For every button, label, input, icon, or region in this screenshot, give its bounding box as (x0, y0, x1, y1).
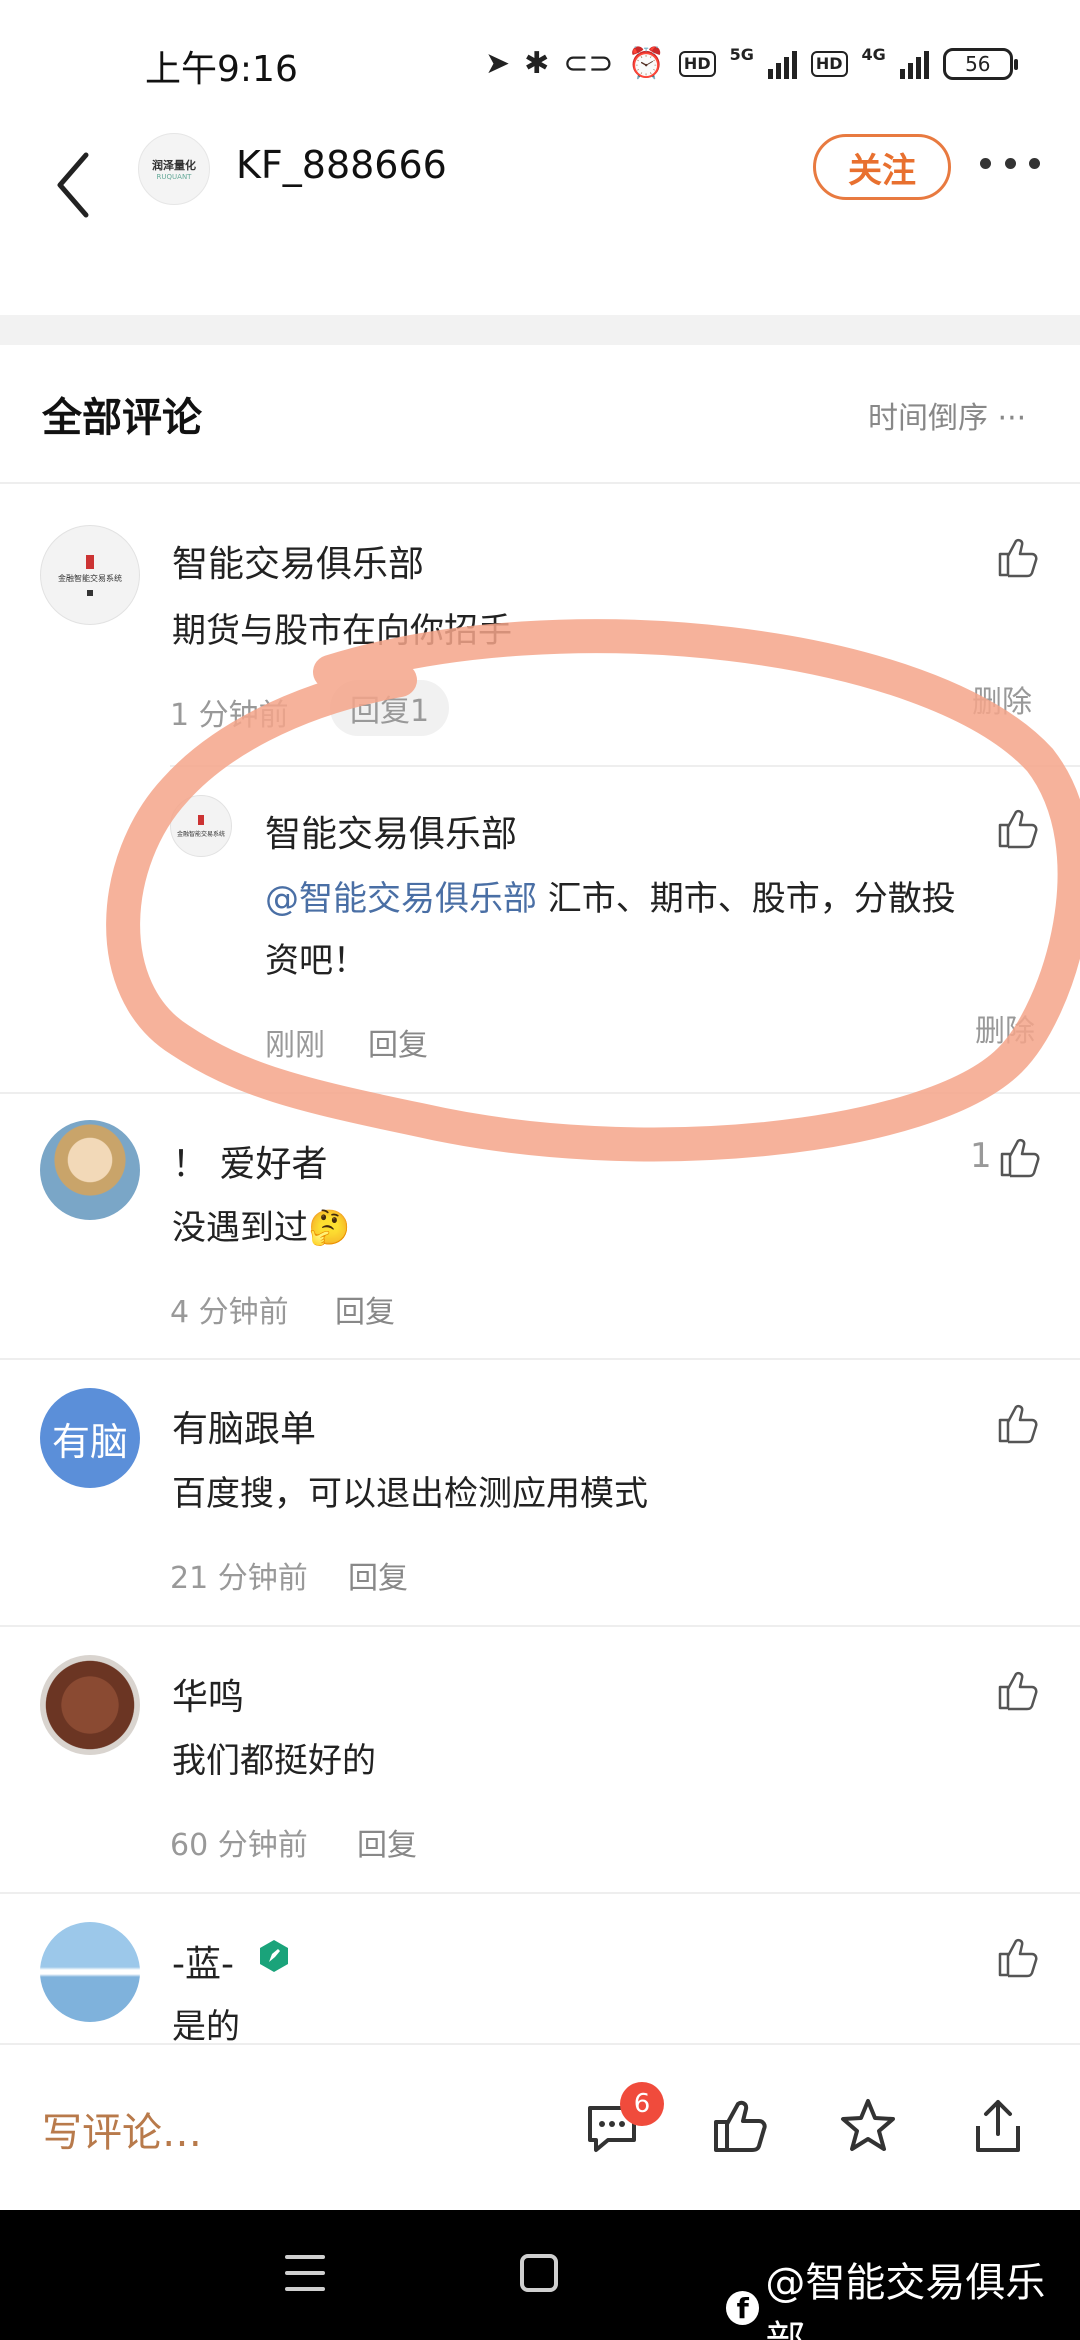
signal-icon (767, 49, 797, 79)
alarm-icon: ⏰ (627, 46, 665, 81)
comment-author[interactable]: -蓝- (172, 1935, 234, 1987)
hd-icon: HD (678, 51, 716, 77)
author-avatar[interactable]: 润泽量化 RUQUANT (138, 133, 210, 205)
divider (0, 482, 1080, 484)
like-icon[interactable] (996, 1668, 1040, 1712)
divider (0, 1625, 1080, 1627)
section-divider (0, 315, 1080, 345)
highlight-annotation (106, 619, 1080, 1162)
network-4g-label: 4G (861, 44, 886, 64)
more-options-icon[interactable] (980, 158, 1040, 172)
avatar[interactable] (40, 1120, 140, 1220)
reply-button[interactable]: 回复 (335, 1287, 395, 1331)
divider (170, 765, 1080, 767)
status-bar: 上午9:16 ➤ ✱ ⊂⊃ ⏰ HD 5G HD 4G 56 (0, 0, 1080, 120)
comment-text: 没遇到过🤔 (172, 1208, 351, 1248)
mention-link[interactable]: @智能交易俱乐部 (265, 879, 537, 919)
reply-author[interactable]: 智能交易俱乐部 (265, 805, 517, 857)
reply-text-line1: 汇市、期市、股市，分散投 (537, 879, 956, 919)
delete-button[interactable]: 删除 (975, 1006, 1035, 1050)
like-icon[interactable] (996, 1935, 1040, 1979)
reply-avatar[interactable]: 金融智能交易系统 (170, 795, 232, 857)
reply-button[interactable]: 回复 (357, 1820, 417, 1864)
comment-text: 百度搜，可以退出检测应用模式 (172, 1474, 648, 1514)
comment-author[interactable]: 有脑跟单 (172, 1400, 316, 1452)
avatar[interactable]: 有脑 (40, 1388, 140, 1488)
status-icons: ➤ ✱ ⊂⊃ ⏰ HD 5G HD 4G 56 (485, 44, 1018, 84)
share-icon[interactable] (968, 2096, 1028, 2156)
like-icon[interactable] (710, 2096, 770, 2156)
divider (0, 1358, 1080, 1360)
comments-title: 全部评论 (42, 395, 202, 441)
comment-time: 60 分钟前 (170, 1828, 308, 1863)
like-icon[interactable] (996, 806, 1040, 850)
signal-icon-2 (899, 49, 929, 79)
like-icon[interactable] (998, 1135, 1042, 1179)
reply-button[interactable]: 回复 (348, 1553, 408, 1597)
page-title: KF_888666 (236, 143, 447, 187)
like-icon[interactable] (996, 1401, 1040, 1445)
reply-button[interactable]: 回复 (368, 1020, 428, 1064)
reply-time: 刚刚 (265, 1028, 325, 1063)
hd-icon-2: HD (810, 51, 848, 77)
divider (0, 1892, 1080, 1894)
comment-author[interactable]: ！ 爱好者 (172, 1135, 327, 1187)
watermark: f @智能交易俱乐部 (726, 2250, 1080, 2340)
like-count: 1 (970, 1136, 992, 1176)
location-icon: ➤ (485, 46, 511, 81)
delete-button[interactable]: 删除 (972, 677, 1032, 721)
bluetooth-icon: ✱ (524, 46, 550, 81)
comment-time: 4 分钟前 (170, 1295, 289, 1330)
comment-author[interactable]: 智能交易俱乐部 (172, 535, 424, 587)
follow-button[interactable]: 关注 (813, 134, 951, 200)
author-avatar-text: 润泽量化 (152, 159, 196, 172)
avatar[interactable] (40, 1655, 140, 1755)
battery-icon: 56 (942, 48, 1018, 80)
facebook-logo-icon: f (726, 2291, 760, 2325)
comment-text: 我们都挺好的 (172, 1741, 376, 1781)
reply-text: @智能交易俱乐部 汇市、期市、股市，分散投 资吧！ (265, 868, 1055, 992)
like-icon[interactable] (996, 535, 1040, 579)
comment-time: 1 分钟前 (170, 698, 289, 733)
home-icon[interactable] (520, 2254, 558, 2292)
sort-order-button[interactable]: 时间倒序 ··· (868, 393, 1026, 437)
comment-time: 21 分钟前 (170, 1561, 308, 1596)
reply-button[interactable]: 回复1 (330, 680, 450, 736)
verified-badge-icon (260, 1940, 288, 1972)
comment-text: 期货与股市在向你招手 (172, 611, 512, 651)
author-avatar-sub: RUQUANT (156, 173, 192, 181)
reply-text-line2: 资吧！ (265, 941, 367, 981)
toggle-icon: ⊂⊃ (563, 46, 614, 81)
comment-count-badge: 6 (620, 2082, 664, 2126)
menu-icon[interactable] (285, 2255, 325, 2291)
favorite-star-icon[interactable] (838, 2096, 898, 2156)
network-5g-label: 5G (729, 44, 754, 64)
watermark-text: @智能交易俱乐部 (765, 2260, 1046, 2340)
comment-author[interactable]: 华鸣 (172, 1668, 244, 1720)
avatar[interactable] (40, 1922, 140, 2022)
divider (0, 1092, 1080, 1094)
back-arrow-icon[interactable] (50, 145, 100, 225)
write-comment-input[interactable]: 写评论… (42, 2100, 202, 2158)
status-time: 上午9:16 (145, 49, 298, 90)
avatar[interactable]: 金融智能交易系统 (40, 525, 140, 625)
